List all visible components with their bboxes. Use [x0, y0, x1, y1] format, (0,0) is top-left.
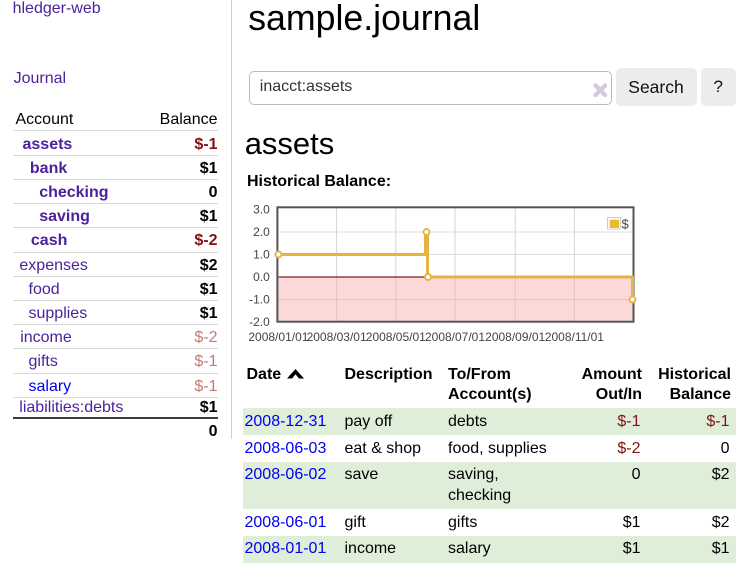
svg-text:-2.0: -2.0	[249, 315, 270, 329]
svg-text:2008/07/01: 2008/07/01	[425, 330, 485, 344]
svg-text:2008/01/01: 2008/01/01	[248, 330, 308, 344]
svg-text:2008/03/01: 2008/03/01	[307, 330, 367, 344]
svg-text:$: $	[622, 217, 630, 232]
svg-text:2008/09/01: 2008/09/01	[485, 330, 545, 344]
svg-text:2008/11/01: 2008/11/01	[545, 330, 604, 344]
svg-text:2008/05/01: 2008/05/01	[366, 330, 426, 344]
svg-text:1.0: 1.0	[253, 248, 270, 262]
svg-text:0.0: 0.0	[253, 270, 270, 284]
svg-text:2.0: 2.0	[253, 225, 270, 239]
svg-text:3.0: 3.0	[253, 203, 270, 217]
svg-text:-1.0: -1.0	[249, 293, 270, 307]
